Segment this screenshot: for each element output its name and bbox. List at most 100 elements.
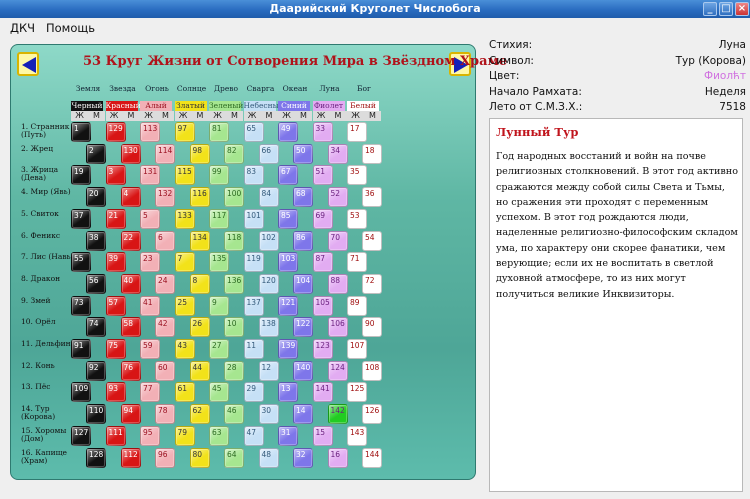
minimize-icon[interactable]: _ bbox=[703, 2, 717, 16]
year-cell[interactable]: 15 bbox=[312, 425, 333, 446]
year-cell[interactable]: 43 bbox=[174, 339, 195, 359]
year-cell[interactable]: 23 bbox=[140, 252, 160, 273]
year-cell[interactable]: 144 bbox=[362, 447, 382, 468]
year-cell[interactable]: 80 bbox=[189, 447, 210, 468]
year-cell[interactable]: 56 bbox=[86, 273, 106, 294]
year-cell[interactable]: 54 bbox=[362, 230, 382, 251]
year-cell[interactable]: 10 bbox=[224, 317, 244, 338]
year-cell[interactable]: 32 bbox=[293, 447, 313, 468]
year-cell[interactable]: 133 bbox=[174, 208, 195, 229]
year-cell[interactable]: 35 bbox=[347, 165, 367, 186]
year-cell[interactable]: 48 bbox=[258, 447, 279, 468]
year-cell[interactable]: 2 bbox=[86, 143, 106, 164]
year-cell[interactable]: 75 bbox=[105, 339, 126, 359]
year-cell[interactable]: 96 bbox=[155, 447, 175, 468]
year-cell[interactable]: 4 bbox=[120, 187, 141, 208]
year-cell[interactable]: 141 bbox=[312, 382, 333, 403]
year-cell[interactable]: 135 bbox=[209, 252, 229, 273]
year-cell[interactable]: 105 bbox=[312, 295, 333, 316]
close-icon[interactable]: × bbox=[735, 2, 749, 16]
year-cell[interactable]: 99 bbox=[209, 165, 229, 186]
year-cell[interactable]: 106 bbox=[327, 317, 348, 338]
year-cell[interactable]: 81 bbox=[209, 122, 229, 142]
year-cell[interactable]: 95 bbox=[140, 425, 160, 446]
year-cell[interactable]: 46 bbox=[224, 404, 244, 425]
year-cell[interactable]: 71 bbox=[347, 252, 367, 273]
year-cell[interactable]: 50 bbox=[293, 143, 313, 164]
year-cell[interactable]: 16 bbox=[327, 447, 348, 468]
year-cell[interactable]: 8 bbox=[189, 273, 210, 294]
year-cell[interactable]: 138 bbox=[258, 317, 279, 338]
year-cell[interactable]: 42 bbox=[155, 317, 175, 338]
year-cell[interactable]: 55 bbox=[71, 252, 91, 273]
year-cell[interactable]: 25 bbox=[174, 295, 195, 316]
year-cell[interactable]: 130 bbox=[120, 143, 141, 164]
year-cell[interactable]: 33 bbox=[312, 122, 333, 142]
year-cell[interactable]: 14 bbox=[293, 404, 313, 425]
year-cell[interactable]: 61 bbox=[174, 382, 195, 403]
year-cell[interactable]: 116 bbox=[189, 187, 210, 208]
year-cell[interactable]: 38 bbox=[86, 230, 106, 251]
year-cell[interactable]: 92 bbox=[86, 360, 106, 381]
year-cell[interactable]: 62 bbox=[189, 404, 210, 425]
year-cell[interactable]: 109 bbox=[71, 382, 91, 403]
year-cell[interactable]: 28 bbox=[224, 360, 244, 381]
year-cell[interactable]: 65 bbox=[243, 122, 264, 142]
year-cell[interactable]: 47 bbox=[243, 425, 264, 446]
year-cell[interactable]: 119 bbox=[243, 252, 264, 273]
year-cell[interactable]: 126 bbox=[362, 404, 382, 425]
year-cell[interactable]: 5 bbox=[140, 208, 160, 229]
year-cell[interactable]: 24 bbox=[155, 273, 175, 294]
year-cell[interactable]: 112 bbox=[120, 447, 141, 468]
year-cell[interactable]: 129 bbox=[105, 122, 126, 142]
year-cell[interactable]: 78 bbox=[155, 404, 175, 425]
year-cell[interactable]: 60 bbox=[155, 360, 175, 381]
year-cell[interactable]: 123 bbox=[312, 339, 333, 359]
year-cell[interactable]: 20 bbox=[86, 187, 106, 208]
year-cell[interactable]: 64 bbox=[224, 447, 244, 468]
year-cell[interactable]: 91 bbox=[71, 339, 91, 359]
year-cell[interactable]: 74 bbox=[86, 317, 106, 338]
year-cell[interactable]: 132 bbox=[155, 187, 175, 208]
year-cell[interactable]: 124 bbox=[327, 360, 348, 381]
year-cell[interactable]: 139 bbox=[278, 339, 298, 359]
year-cell[interactable]: 125 bbox=[347, 382, 367, 403]
year-cell[interactable]: 69 bbox=[312, 208, 333, 229]
year-cell[interactable]: 104 bbox=[293, 273, 313, 294]
year-cell[interactable]: 137 bbox=[243, 295, 264, 316]
year-cell[interactable]: 7 bbox=[174, 252, 195, 273]
year-cell[interactable]: 94 bbox=[120, 404, 141, 425]
year-cell[interactable]: 13 bbox=[278, 382, 298, 403]
year-cell[interactable]: 90 bbox=[362, 317, 382, 338]
year-cell[interactable]: 11 bbox=[243, 339, 264, 359]
year-cell[interactable]: 102 bbox=[258, 230, 279, 251]
year-cell[interactable]: 101 bbox=[243, 208, 264, 229]
year-cell[interactable]: 12 bbox=[258, 360, 279, 381]
year-cell[interactable]: 18 bbox=[362, 143, 382, 164]
year-cell[interactable]: 97 bbox=[174, 122, 195, 142]
year-cell[interactable]: 63 bbox=[209, 425, 229, 446]
year-cell[interactable]: 89 bbox=[347, 295, 367, 316]
year-cell[interactable]: 82 bbox=[224, 143, 244, 164]
year-cell[interactable]: 30 bbox=[258, 404, 279, 425]
year-cell[interactable]: 136 bbox=[224, 273, 244, 294]
year-cell[interactable]: 29 bbox=[243, 382, 264, 403]
year-cell[interactable]: 121 bbox=[278, 295, 298, 316]
year-cell[interactable]: 68 bbox=[293, 187, 313, 208]
year-cell[interactable]: 122 bbox=[293, 317, 313, 338]
year-cell[interactable]: 127 bbox=[71, 425, 91, 446]
year-cell[interactable]: 53 bbox=[347, 208, 367, 229]
year-cell[interactable]: 117 bbox=[209, 208, 229, 229]
year-cell[interactable]: 110 bbox=[86, 404, 106, 425]
year-cell[interactable]: 128 bbox=[86, 447, 106, 468]
menu-help[interactable]: Помощь bbox=[46, 21, 95, 35]
year-cell[interactable]: 87 bbox=[312, 252, 333, 273]
year-cell[interactable]: 45 bbox=[209, 382, 229, 403]
year-cell[interactable]: 39 bbox=[105, 252, 126, 273]
year-cell[interactable]: 83 bbox=[243, 165, 264, 186]
year-cell[interactable]: 107 bbox=[347, 339, 367, 359]
year-cell[interactable]: 51 bbox=[312, 165, 333, 186]
year-cell[interactable]: 67 bbox=[278, 165, 298, 186]
year-cell[interactable]: 52 bbox=[327, 187, 348, 208]
year-cell[interactable]: 111 bbox=[105, 425, 126, 446]
